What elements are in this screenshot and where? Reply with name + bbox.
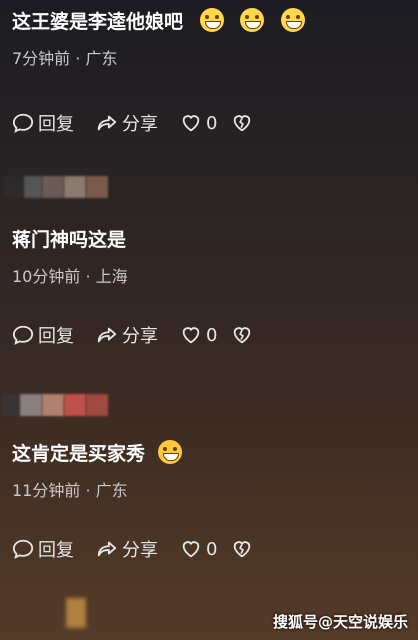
watermark: 搜狐号@天空说娱乐 xyxy=(272,613,408,631)
laugh-cry-emoji-icon xyxy=(157,440,182,464)
comment-meta: 7分钟前 · 广东 xyxy=(12,49,118,68)
share-button[interactable]: 分享 xyxy=(96,110,158,136)
comment-meta: 10分钟前 · 上海 xyxy=(12,267,128,286)
share-icon xyxy=(97,541,117,557)
share-button[interactable]: 分享 xyxy=(96,322,158,348)
reply-button[interactable]: 回复 xyxy=(12,536,74,562)
share-label: 分享 xyxy=(122,114,158,135)
comment-text: 蒋门神吗这是 xyxy=(12,229,127,251)
grin-emoji-icon xyxy=(240,8,265,32)
share-label: 分享 xyxy=(122,326,158,347)
comment-actions: 回复 分享 0 xyxy=(12,322,279,348)
comment-3: 这肯定是买家秀 11分钟前 · 广东 xyxy=(12,440,406,501)
comment-icon xyxy=(12,113,34,133)
comment-meta: 11分钟前 · 广东 xyxy=(12,481,128,500)
reply-button[interactable]: 回复 xyxy=(12,110,74,136)
like-count: 0 xyxy=(206,112,218,134)
dislike-button[interactable] xyxy=(231,324,257,346)
like-count: 0 xyxy=(206,538,218,560)
reply-label: 回复 xyxy=(38,540,74,561)
comment-1: 这王婆是李逵他娘吧 7分钟前 · 广东 xyxy=(12,8,406,69)
broken-heart-icon xyxy=(234,541,251,558)
comment-actions: 回复 分享 0 xyxy=(12,110,279,136)
comment-icon xyxy=(12,539,34,559)
blurred-avatar xyxy=(66,598,86,628)
dislike-button[interactable] xyxy=(231,538,257,560)
comment-text: 这肯定是买家秀 xyxy=(12,443,146,465)
like-button[interactable]: 0 xyxy=(180,112,217,134)
heart-icon xyxy=(182,327,200,344)
share-label: 分享 xyxy=(122,540,158,561)
broken-heart-icon xyxy=(234,115,251,132)
reply-label: 回复 xyxy=(38,114,74,135)
blurred-username xyxy=(4,176,108,202)
reply-button[interactable]: 回复 xyxy=(12,322,74,348)
heart-icon xyxy=(182,115,200,132)
like-button[interactable]: 0 xyxy=(180,538,217,560)
comment-text: 这王婆是李逵他娘吧 xyxy=(12,11,184,33)
heart-icon xyxy=(182,541,200,558)
grin-emoji-icon xyxy=(199,8,224,32)
share-icon xyxy=(97,327,117,343)
like-button[interactable]: 0 xyxy=(180,324,217,346)
dislike-button[interactable] xyxy=(231,112,257,134)
broken-heart-icon xyxy=(234,327,251,344)
comment-2: 蒋门神吗这是 10分钟前 · 上海 xyxy=(12,227,406,287)
share-icon xyxy=(97,115,117,131)
grin-emoji-icon xyxy=(280,8,305,32)
share-button[interactable]: 分享 xyxy=(96,536,158,562)
like-count: 0 xyxy=(206,324,218,346)
reply-label: 回复 xyxy=(38,326,74,347)
comment-icon xyxy=(12,325,34,345)
comment-actions: 回复 分享 0 xyxy=(12,536,279,562)
blurred-username xyxy=(2,394,108,420)
